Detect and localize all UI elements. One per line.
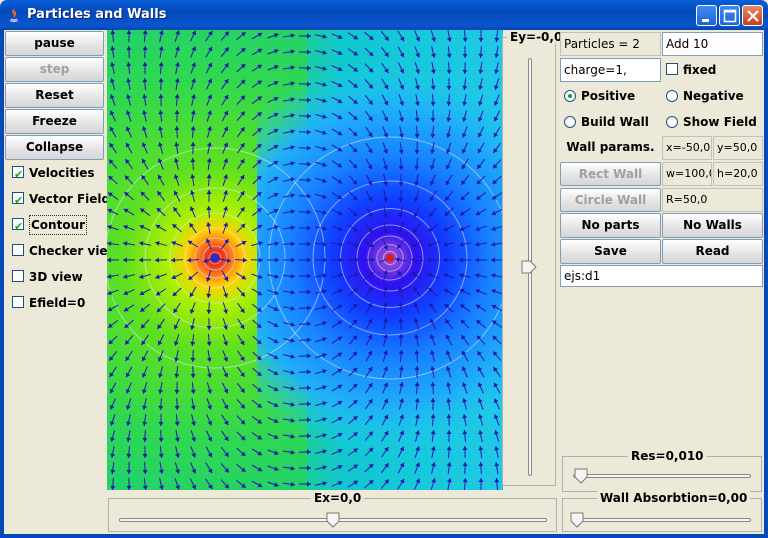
checkbox-box[interactable]: ✔ [12, 192, 24, 207]
command-field[interactable]: ejs:d1 [560, 265, 763, 287]
wall-x-field[interactable]: x=-50,0 [662, 136, 712, 160]
pause-button[interactable]: pause [5, 31, 104, 56]
maximize-icon [723, 9, 737, 23]
checkbox-box[interactable]: ✔ [12, 218, 24, 233]
particles-count: Particles = 2 [560, 32, 661, 56]
positive-particle[interactable] [211, 254, 219, 262]
wall-height-field[interactable]: h=20,0 [713, 162, 763, 186]
minimize-icon [702, 19, 709, 22]
radio-dot [568, 94, 572, 98]
ey-slider-label: Ey=-0,0 [507, 30, 566, 44]
circle-wall-button[interactable]: Circle Wall [560, 188, 661, 212]
radio-circle[interactable] [564, 90, 576, 102]
check-icon: ✔ [14, 194, 24, 207]
absorption-slider-label: Wall Absorbtion=0,00 [597, 491, 751, 505]
checkbox-box[interactable] [12, 244, 24, 256]
close-button[interactable] [742, 5, 763, 26]
checkbox-label: Efield=0 [29, 296, 86, 310]
absorption-slider-panel: Wall Absorbtion=0,00 [562, 491, 762, 532]
wall-params-label: Wall params. [566, 140, 655, 154]
negative-particle[interactable] [386, 254, 394, 262]
radio-circle[interactable] [666, 116, 678, 128]
client-area: pause step Reset Freeze Collapse ✔ Veloc… [4, 30, 764, 534]
ex-slider-panel: Ex=0,0 [108, 491, 557, 532]
radio-label: Build Wall [581, 115, 649, 129]
show-field-radio[interactable]: Show Field [666, 111, 761, 133]
check-icon: ✔ [14, 168, 24, 181]
wall-width-field[interactable]: w=100,0 [662, 162, 712, 186]
ey-slider-panel: Ey=-0,0 [502, 30, 566, 486]
res-slider-track[interactable] [573, 474, 751, 478]
save-button[interactable]: Save [560, 239, 661, 264]
res-slider-label: Res=0,010 [628, 449, 707, 463]
res-slider-thumb[interactable] [574, 468, 588, 484]
charge-field[interactable]: charge=1, [560, 58, 661, 82]
java-icon [9, 8, 19, 23]
maximize-button[interactable] [719, 5, 740, 26]
step-button[interactable]: step [5, 57, 104, 82]
wall-y-field[interactable]: y=50,0 [713, 136, 763, 160]
build-wall-radio[interactable]: Build Wall [564, 111, 659, 133]
absorption-slider-track[interactable] [573, 518, 751, 522]
radio-label: Positive [581, 89, 636, 103]
window-title: Particles and Walls [27, 7, 167, 22]
radio-label: Negative [683, 89, 744, 103]
checkbox-box[interactable] [12, 270, 24, 282]
simulation-canvas[interactable] [107, 30, 503, 490]
freeze-button[interactable]: Freeze [5, 109, 104, 134]
check-icon: ✔ [14, 220, 24, 233]
window-frame-bottom [0, 534, 768, 538]
checkbox-box[interactable] [12, 296, 24, 308]
radio-label: Show Field [683, 115, 757, 129]
read-button[interactable]: Read [662, 239, 763, 264]
title-bar[interactable]: Particles and Walls [0, 0, 768, 30]
ey-slider-thumb[interactable] [521, 260, 537, 274]
absorption-slider-thumb[interactable] [570, 512, 584, 528]
checkbox-label: fixed [683, 63, 717, 77]
no-walls-button[interactable]: No Walls [662, 213, 763, 238]
res-slider-panel: Res=0,010 [562, 449, 762, 492]
negative-radio[interactable]: Negative [666, 85, 761, 107]
checkbox-label: Vector Field [29, 192, 111, 206]
checkbox-box[interactable]: ✔ [12, 166, 24, 181]
collapse-button[interactable]: Collapse [5, 135, 104, 160]
checkbox-label: Contour [29, 215, 88, 235]
add-particles-field[interactable]: Add 10 [662, 32, 763, 56]
no-parts-button[interactable]: No parts [560, 213, 661, 238]
rect-wall-button[interactable]: Rect Wall [560, 162, 661, 186]
window-frame-right [764, 30, 768, 538]
close-icon [747, 10, 759, 22]
ex-slider-label: Ex=0,0 [311, 491, 365, 505]
wall-radius-field[interactable]: R=50,0 [662, 188, 763, 212]
checkbox-box[interactable] [666, 63, 678, 75]
positive-radio[interactable]: Positive [564, 85, 659, 107]
ex-slider-thumb[interactable] [326, 512, 340, 528]
radio-circle[interactable] [564, 116, 576, 128]
reset-button[interactable]: Reset [5, 83, 104, 108]
radio-circle[interactable] [666, 90, 678, 102]
minimize-button[interactable] [696, 5, 717, 26]
checkbox-label: Checker view [29, 244, 119, 258]
checkbox-label: 3D view [29, 270, 83, 284]
checkbox-label: Velocities [29, 166, 95, 180]
